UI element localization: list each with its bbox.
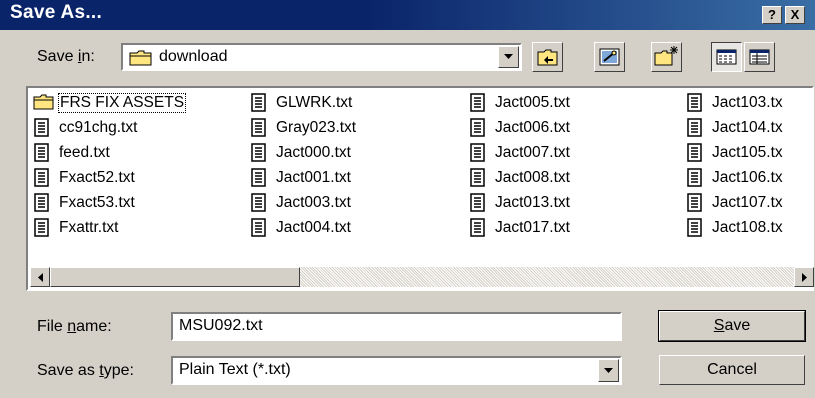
- text-file-icon: [251, 118, 266, 137]
- file-name-text: Jact008.txt: [495, 169, 570, 186]
- text-file-icon: [687, 143, 702, 162]
- file-name-text: Fxattr.txt: [59, 219, 119, 236]
- list-view-icon: [716, 49, 737, 65]
- new-folder-icon: [654, 46, 678, 66]
- text-file-icon: [470, 118, 485, 137]
- file-name-text: Jact000.txt: [276, 144, 351, 161]
- save-as-type-dropdown-arrow[interactable]: [598, 359, 619, 382]
- file-name-text: Jact106.tx: [712, 169, 783, 186]
- up-folder-icon: [537, 49, 558, 66]
- file-name-text: cc91chg.txt: [59, 119, 138, 136]
- create-new-folder-button[interactable]: [651, 42, 682, 72]
- chevron-down-icon: [604, 368, 613, 373]
- text-file-icon: [687, 93, 702, 112]
- file-name-text: Jact108.tx: [712, 219, 783, 236]
- text-file-icon: [687, 168, 702, 187]
- file-name-value: MSU092.txt: [179, 317, 263, 334]
- file-name-text: Jact013.txt: [495, 194, 570, 211]
- text-file-icon: [470, 93, 485, 112]
- text-file-icon: [687, 193, 702, 212]
- save-button[interactable]: Save: [658, 310, 806, 342]
- text-file-icon: [251, 93, 266, 112]
- text-file-icon: [34, 168, 49, 187]
- save-as-type-value: Plain Text (*.txt): [179, 361, 291, 378]
- file-name-text: Jact004.txt: [276, 219, 351, 236]
- text-file-icon: [251, 218, 266, 237]
- file-name-input[interactable]: MSU092.txt: [171, 312, 622, 341]
- file-name-text: Jact017.txt: [495, 219, 570, 236]
- file-name-text: Jact105.tx: [712, 144, 783, 161]
- horizontal-scrollbar[interactable]: [30, 267, 814, 287]
- details-view-button[interactable]: [744, 42, 775, 72]
- go-to-desktop-button[interactable]: [594, 42, 625, 72]
- text-file-icon: [34, 143, 49, 162]
- scroll-thumb[interactable]: [50, 267, 300, 287]
- dialog-title: Save As...: [10, 2, 103, 23]
- file-name-text: FRS FIX ASSETS: [58, 93, 187, 113]
- help-button[interactable]: ?: [762, 6, 782, 24]
- chevron-down-icon: [504, 54, 513, 59]
- file-name-text: Jact103.tx: [712, 94, 783, 111]
- text-file-icon: [687, 118, 702, 137]
- up-one-level-button[interactable]: [532, 42, 563, 72]
- file-name-text: Gray023.txt: [276, 119, 357, 136]
- save-as-type-label: Save as type:: [37, 362, 134, 379]
- text-file-icon: [470, 218, 485, 237]
- file-name-text: Jact001.txt: [276, 169, 351, 186]
- text-file-icon: [470, 168, 485, 187]
- cancel-button[interactable]: Cancel: [659, 355, 805, 385]
- chevron-right-icon: [802, 273, 807, 282]
- file-name-text: Jact005.txt: [495, 94, 570, 111]
- file-name-text: GLWRK.txt: [276, 94, 353, 111]
- text-file-icon: [34, 118, 49, 137]
- desktop-icon: [599, 48, 620, 66]
- save-as-dialog: Save As... ? X Save in: download FRS FIX…: [0, 0, 815, 398]
- list-view-button[interactable]: [711, 42, 742, 72]
- file-name-text: Jact006.txt: [495, 119, 570, 136]
- text-file-icon: [251, 168, 266, 187]
- text-file-icon: [687, 218, 702, 237]
- details-view-icon: [749, 49, 770, 65]
- scroll-left-button[interactable]: [30, 267, 50, 287]
- save-as-type-dropdown[interactable]: Plain Text (*.txt): [171, 356, 622, 385]
- title-bar[interactable]: Save As... ? X: [0, 0, 815, 30]
- save-in-dropdown[interactable]: download: [121, 43, 522, 71]
- file-name-text: feed.txt: [59, 144, 110, 161]
- save-in-dropdown-arrow[interactable]: [498, 46, 519, 68]
- text-file-icon: [251, 193, 266, 212]
- text-file-icon: [34, 218, 49, 237]
- file-name-label: File name:: [37, 318, 112, 335]
- folder-icon: [129, 50, 152, 66]
- text-file-icon: [251, 143, 266, 162]
- text-file-icon: [470, 143, 485, 162]
- save-in-label: Save in:: [37, 48, 95, 65]
- folder-icon: [33, 94, 54, 110]
- file-name-text: Jact007.txt: [495, 144, 570, 161]
- file-list[interactable]: FRS FIX ASSETS cc91chg.txt feed.txt Fxact52…: [26, 86, 814, 291]
- text-file-icon: [34, 193, 49, 212]
- scroll-right-button[interactable]: [794, 267, 814, 287]
- file-name-text: Jact104.tx: [712, 119, 783, 136]
- file-name-text: Jact003.txt: [276, 194, 351, 211]
- text-file-icon: [470, 193, 485, 212]
- file-name-text: Fxact53.txt: [59, 194, 135, 211]
- save-in-value: download: [159, 48, 228, 65]
- chevron-left-icon: [38, 273, 43, 282]
- file-name-text: Fxact52.txt: [59, 169, 135, 186]
- file-name-text: Jact107.tx: [712, 194, 783, 211]
- close-button[interactable]: X: [785, 6, 805, 24]
